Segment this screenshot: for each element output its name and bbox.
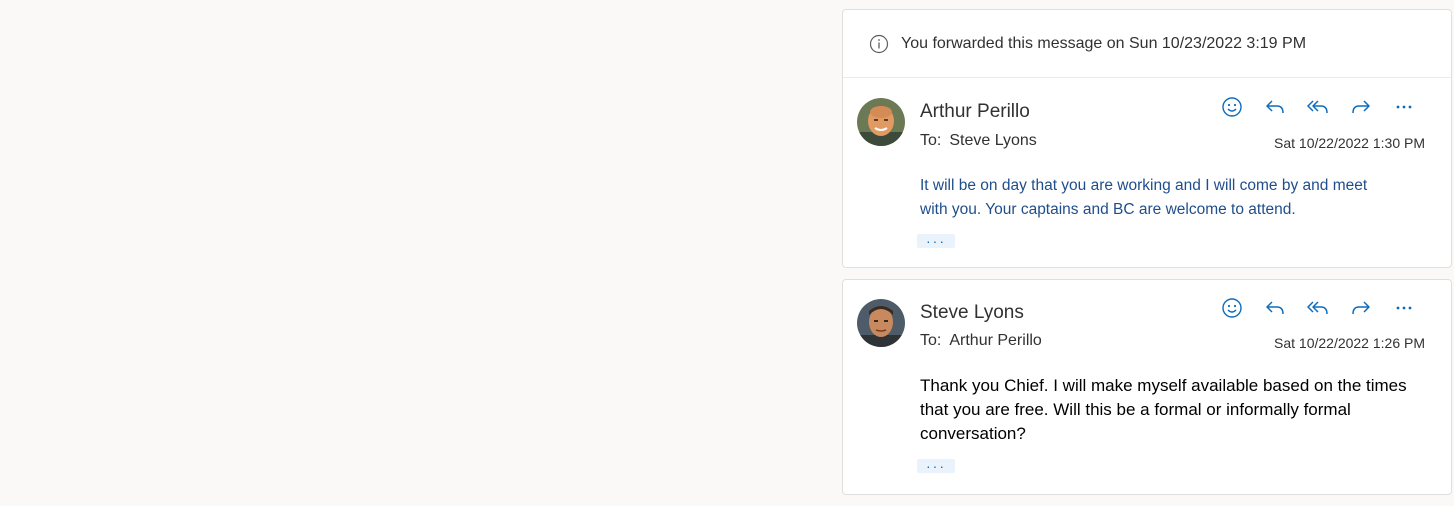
more-icon[interactable] <box>1382 95 1425 119</box>
body-line: It will be on day that you are working a… <box>920 177 1368 194</box>
recipient-name[interactable]: Arthur Perillo <box>949 332 1041 349</box>
body-line: with you. Your captains and BC are welco… <box>920 201 1296 218</box>
message-card: Steve Lyons To: Arthur Perillo Sat 10/22… <box>842 279 1452 495</box>
recipient-name[interactable]: Steve Lyons <box>949 132 1036 149</box>
sender-name[interactable]: Arthur Perillo <box>920 101 1030 123</box>
message-date: Sat 10/22/2022 1:30 PM <box>1274 135 1425 151</box>
more-icon[interactable] <box>1382 296 1425 320</box>
forwarded-banner-text: You forwarded this message on Sun 10/23/… <box>901 34 1307 52</box>
info-icon <box>869 34 889 54</box>
to-label: To: <box>920 132 942 149</box>
reply-icon[interactable] <box>1253 95 1296 119</box>
body-line: conversation? <box>920 424 1026 443</box>
reply-all-icon[interactable] <box>1296 296 1339 320</box>
show-more-button[interactable]: ··· <box>917 459 955 473</box>
reply-all-icon[interactable] <box>1296 95 1339 119</box>
message-date: Sat 10/22/2022 1:26 PM <box>1274 335 1425 351</box>
body-line: that you are free. Will this be a formal… <box>920 400 1351 419</box>
forwarded-banner: You forwarded this message on Sun 10/23/… <box>843 10 1451 78</box>
avatar[interactable] <box>857 98 905 146</box>
message-body: Thank you Chief. I will make myself avai… <box>920 374 1430 446</box>
body-line: Thank you Chief. I will make myself avai… <box>920 376 1407 395</box>
message-actions <box>1210 95 1425 119</box>
forward-icon[interactable] <box>1339 296 1382 320</box>
show-more-button[interactable]: ··· <box>917 234 955 248</box>
message-card: You forwarded this message on Sun 10/23/… <box>842 9 1452 268</box>
avatar[interactable] <box>857 299 905 347</box>
recipient-line: To: Arthur Perillo <box>920 332 1042 350</box>
to-label: To: <box>920 332 942 349</box>
recipient-line: To: Steve Lyons <box>920 132 1037 150</box>
emoji-react-icon[interactable] <box>1210 95 1253 119</box>
emoji-react-icon[interactable] <box>1210 296 1253 320</box>
reply-icon[interactable] <box>1253 296 1296 320</box>
message-actions <box>1210 296 1425 320</box>
message-body: It will be on day that you are working a… <box>920 174 1430 222</box>
sender-name[interactable]: Steve Lyons <box>920 302 1024 324</box>
forward-icon[interactable] <box>1339 95 1382 119</box>
